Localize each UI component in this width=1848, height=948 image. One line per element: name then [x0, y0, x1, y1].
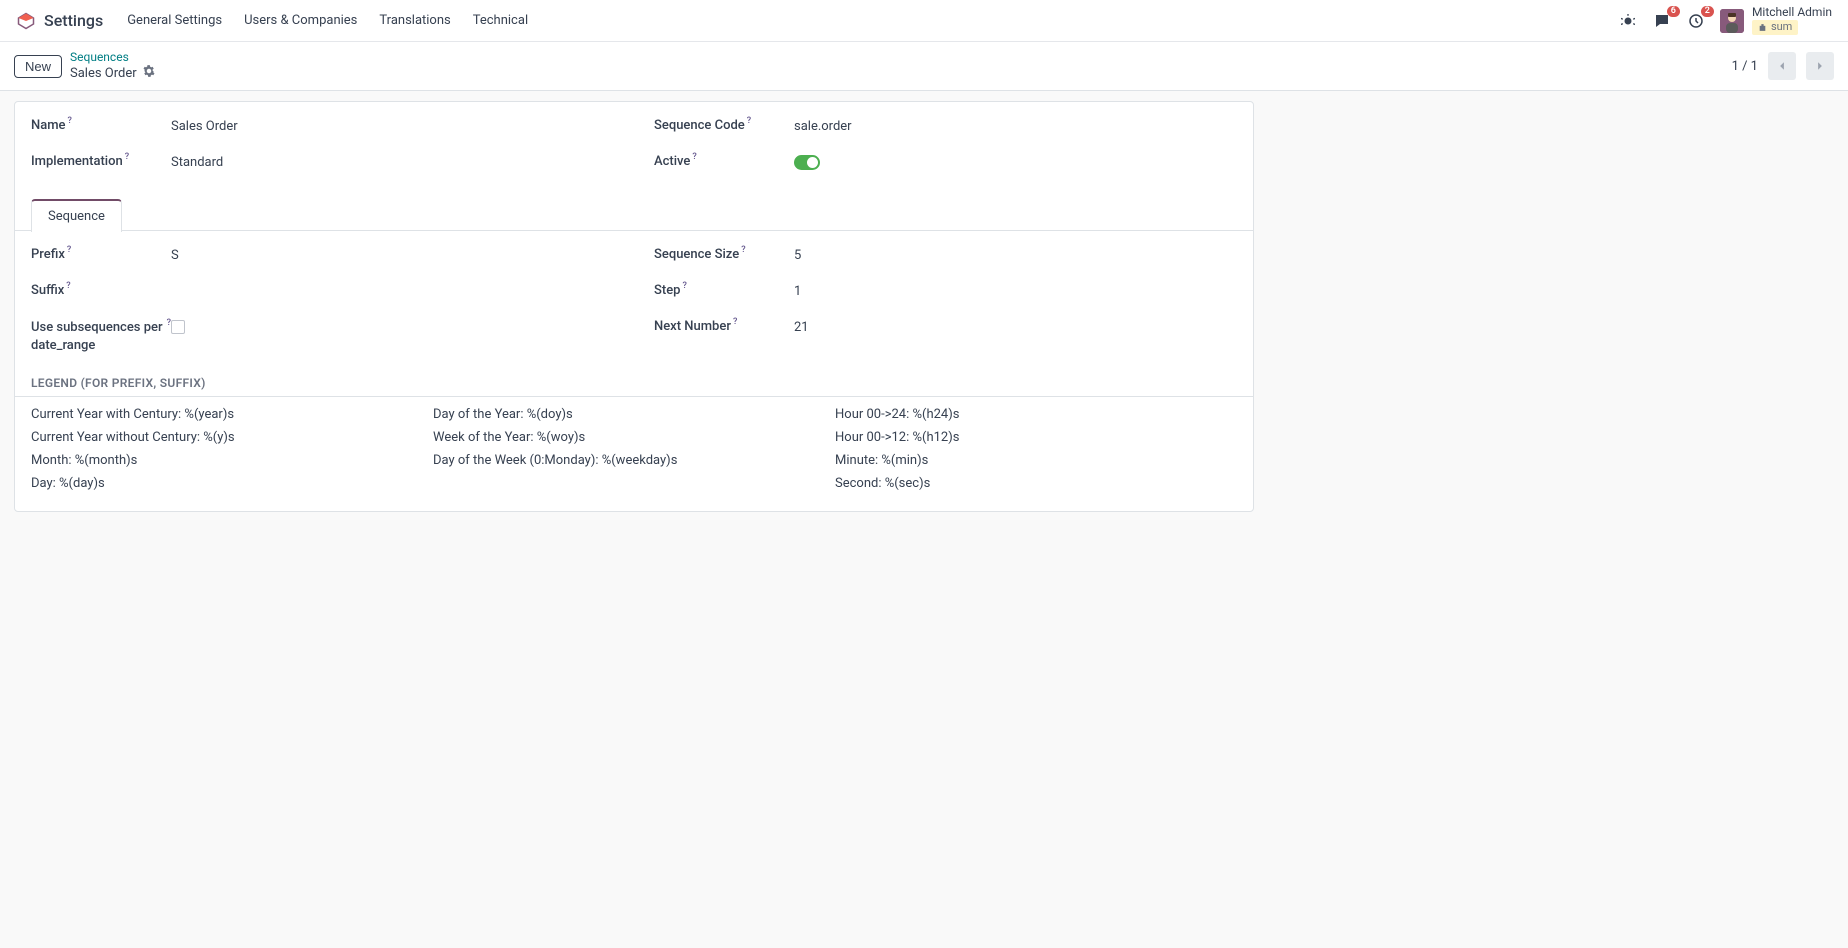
field-prefix: Prefix ? S [31, 247, 614, 273]
name-value[interactable]: Sales Order [171, 118, 614, 134]
messages-icon[interactable]: 6 [1652, 11, 1672, 31]
user-name: Mitchell Admin [1752, 6, 1832, 20]
breadcrumb: Sequences Sales Order [70, 50, 155, 82]
help-icon[interactable]: ? [125, 152, 129, 162]
help-icon[interactable]: ? [682, 281, 686, 291]
nav-left: Settings General Settings Users & Compan… [16, 11, 528, 31]
active-toggle[interactable] [794, 155, 820, 170]
app-logo-icon[interactable] [16, 11, 36, 31]
impl-value[interactable]: Standard [171, 154, 614, 170]
field-sequence-code: Sequence Code ? sale.order [654, 118, 1237, 144]
navbar: Settings General Settings Users & Compan… [0, 0, 1848, 42]
help-icon[interactable]: ? [167, 317, 171, 329]
user-menu[interactable]: Mitchell Admin sum [1720, 6, 1832, 34]
nav-users-companies[interactable]: Users & Companies [244, 13, 357, 28]
legend-item: Hour 00->12: %(h12)s [835, 430, 1237, 445]
sequence-field-grid: Prefix ? S Sequence Size ? 5 Suffi [31, 247, 1237, 354]
main-field-grid: Name ? Sales Order Sequence Code ? sale.… [31, 118, 1237, 180]
legend-item: Second: %(sec)s [835, 476, 1237, 491]
cp-left: New Sequences Sales Order [14, 50, 155, 82]
legend-col2: Day of the Year: %(doy)s Week of the Yea… [433, 407, 835, 491]
pager-prev-button[interactable] [1768, 52, 1796, 80]
help-icon[interactable]: ? [747, 116, 751, 126]
nav-right: 6 2 Mitchell Admin sum [1618, 6, 1832, 34]
size-label: Sequence Size [654, 247, 739, 262]
legend-item: Current Year with Century: %(year)s [31, 407, 433, 422]
legend-item: Week of the Year: %(woy)s [433, 430, 835, 445]
avatar [1720, 9, 1744, 33]
legend-col1: Current Year with Century: %(year)s Curr… [31, 407, 433, 491]
tab-content: Prefix ? S Sequence Size ? 5 Suffi [15, 231, 1253, 511]
prefix-value[interactable]: S [171, 247, 614, 263]
field-active: Active ? [654, 154, 1237, 180]
field-suffix: Suffix ? [31, 283, 614, 309]
field-step: Step ? 1 [654, 283, 1237, 309]
cp-right: 1 / 1 [1732, 52, 1834, 80]
field-name: Name ? Sales Order [31, 118, 614, 144]
user-company-label: sum [1771, 21, 1792, 34]
legend-item: Current Year without Century: %(y)s [31, 430, 433, 445]
help-icon[interactable]: ? [66, 281, 70, 291]
legend-item: Day of the Year: %(doy)s [433, 407, 835, 422]
field-implementation: Implementation ? Standard [31, 154, 614, 180]
prefix-label: Prefix [31, 247, 65, 262]
activities-badge: 2 [1701, 6, 1714, 18]
legend-item: Hour 00->24: %(h24)s [835, 407, 1237, 422]
suffix-label: Suffix [31, 283, 64, 298]
next-label: Next Number [654, 319, 731, 334]
subseq-checkbox[interactable] [171, 320, 185, 334]
user-text: Mitchell Admin sum [1752, 6, 1832, 34]
form-sheet: Name ? Sales Order Sequence Code ? sale.… [14, 101, 1254, 512]
nav-menu: General Settings Users & Companies Trans… [127, 13, 528, 28]
code-value[interactable]: sale.order [794, 118, 1237, 134]
step-label: Step [654, 283, 680, 298]
help-icon[interactable]: ? [741, 245, 745, 255]
size-value[interactable]: 5 [794, 247, 1237, 263]
field-use-subsequences: Use subsequences per date_range ? [31, 319, 614, 354]
help-icon[interactable]: ? [733, 317, 737, 327]
content: Name ? Sales Order Sequence Code ? sale.… [0, 91, 1848, 542]
legend-grid: Current Year with Century: %(year)s Curr… [31, 407, 1237, 491]
legend-item: Day of the Week (0:Monday): %(weekday)s [433, 453, 835, 468]
help-icon[interactable]: ? [692, 152, 696, 162]
legend-col3: Hour 00->24: %(h24)s Hour 00->12: %(h12)… [835, 407, 1237, 491]
next-value[interactable]: 21 [794, 319, 1237, 335]
help-icon[interactable]: ? [68, 116, 72, 126]
activities-icon[interactable]: 2 [1686, 11, 1706, 31]
pager-next-button[interactable] [1806, 52, 1834, 80]
tab-sequence[interactable]: Sequence [31, 199, 122, 232]
app-title[interactable]: Settings [44, 11, 103, 30]
breadcrumb-current: Sales Order [70, 66, 137, 82]
step-value[interactable]: 1 [794, 283, 1237, 299]
nav-translations[interactable]: Translations [379, 13, 450, 28]
subseq-label: Use subsequences per date_range [31, 319, 165, 354]
nav-general-settings[interactable]: General Settings [127, 13, 222, 28]
new-button[interactable]: New [14, 55, 62, 78]
user-company: sum [1752, 20, 1798, 35]
debug-icon[interactable] [1618, 11, 1638, 31]
name-label: Name [31, 118, 66, 133]
impl-label: Implementation [31, 154, 123, 169]
legend-item: Day: %(day)s [31, 476, 433, 491]
nav-technical[interactable]: Technical [473, 13, 528, 28]
pager-text[interactable]: 1 / 1 [1732, 59, 1758, 74]
tab-bar: Sequence [15, 198, 1253, 231]
legend-title: LEGEND (FOR PREFIX, SUFFIX) [31, 376, 1237, 390]
field-next-number: Next Number ? 21 [654, 319, 1237, 354]
active-label: Active [654, 154, 690, 169]
help-icon[interactable]: ? [67, 245, 71, 255]
code-label: Sequence Code [654, 118, 745, 133]
control-panel: New Sequences Sales Order 1 / 1 [0, 42, 1848, 91]
suffix-value[interactable] [171, 283, 614, 284]
messages-badge: 6 [1667, 6, 1680, 18]
breadcrumb-parent[interactable]: Sequences [70, 50, 129, 64]
field-sequence-size: Sequence Size ? 5 [654, 247, 1237, 273]
legend-separator [15, 396, 1253, 397]
gear-icon[interactable] [143, 65, 155, 82]
legend-item: Minute: %(min)s [835, 453, 1237, 468]
legend-item: Month: %(month)s [31, 453, 433, 468]
